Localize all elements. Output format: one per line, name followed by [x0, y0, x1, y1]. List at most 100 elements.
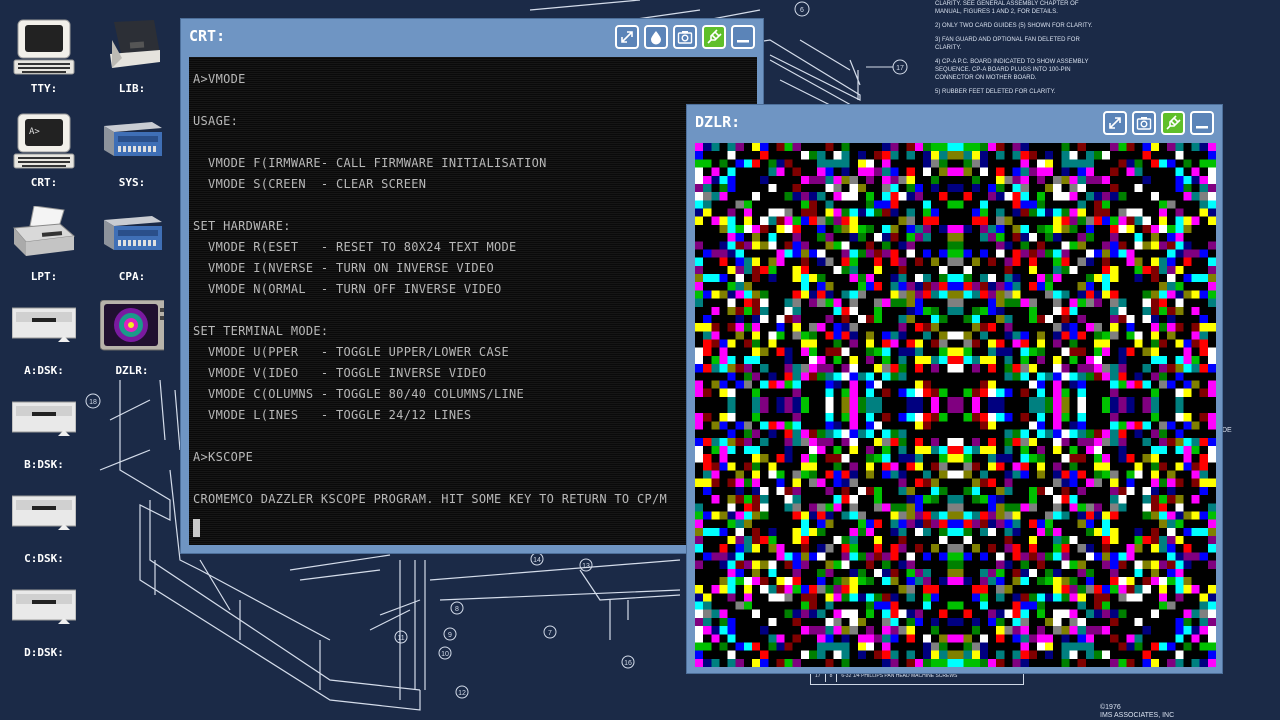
terminal-icon	[13, 19, 75, 75]
printer-icon	[12, 206, 76, 256]
desktop-icon-crt[interactable]: A> CRT:	[4, 112, 84, 202]
dzlr-window-buttons	[1103, 111, 1214, 135]
crt-output: A>VMODE USAGE: VMODE F(IRMWARE- CALL FIR…	[193, 69, 667, 510]
plug-icon	[1166, 115, 1181, 130]
terminal-line: USAGE:	[193, 113, 239, 129]
camera-icon	[677, 31, 693, 44]
callout-9: 9	[448, 632, 452, 639]
disk-drive-icon	[12, 495, 76, 530]
terminal-line: VMODE F(IRMWARE- CALL FIRMWARE INITIALIS…	[193, 155, 547, 171]
crt-screen[interactable]: A>VMODE USAGE: VMODE F(IRMWARE- CALL FIR…	[189, 57, 757, 545]
desktop-icon-label: LPT:	[30, 270, 58, 283]
callout-6: 6	[800, 7, 804, 14]
desktop-icon-d-dsk[interactable]: D:DSK:	[4, 582, 84, 672]
blueprint-side-text: DE	[1222, 427, 1232, 434]
terminal-line: SET HARDWARE:	[193, 218, 291, 234]
blueprint-note: 3) FAN GUARD AND OPTIONAL FAN DELETED FO…	[935, 37, 1080, 51]
connect-button[interactable]	[1161, 111, 1185, 135]
callout-17: 17	[896, 65, 904, 72]
desktop-icon-label: SYS:	[118, 176, 146, 189]
minimize-icon	[737, 40, 749, 43]
desktop-icon-b-dsk[interactable]: B:DSK:	[4, 394, 84, 484]
desktop-icon-label: D:DSK:	[24, 646, 64, 659]
terminal-line: VMODE U(PPER - TOGGLE UPPER/LOWER CASE	[193, 344, 510, 360]
callout-18: 18	[89, 399, 97, 406]
screenshot-button[interactable]	[673, 25, 697, 49]
text-cursor	[193, 519, 200, 537]
desktop-icon-lib[interactable]: LIB:	[92, 18, 172, 108]
terminal-line: SET TERMINAL MODE:	[193, 323, 329, 339]
terminal-line: VMODE N(ORMAL - TURN OFF INVERSE VIDEO	[193, 281, 502, 297]
minimize-button[interactable]	[731, 25, 755, 49]
terminal-line: CROMEMCO DAZZLER KSCOPE PROGRAM. HIT SOM…	[193, 491, 668, 507]
disk-drive-icon	[12, 401, 76, 436]
desktop-icon-tty[interactable]: TTY:	[4, 18, 84, 108]
blueprint-copyright: ©1976 IMS ASSOCIATES, INC	[1100, 704, 1174, 720]
callout-12: 12	[458, 690, 466, 697]
computer-box-icon	[104, 122, 162, 156]
expand-icon	[1109, 117, 1121, 129]
expand-button[interactable]	[615, 25, 639, 49]
desktop-icon-label: A:DSK:	[24, 364, 64, 377]
callout-11: 11	[397, 635, 404, 642]
desktop-icon-c-dsk[interactable]: C:DSK:	[4, 488, 84, 578]
desktop-icon-a-dsk[interactable]: A:DSK:	[4, 300, 84, 390]
crt-terminal-icon: A>	[13, 113, 75, 169]
desktop-icon-label: TTY:	[30, 82, 58, 95]
disk-drive-icon	[12, 307, 76, 342]
desktop-icon-label: LIB:	[118, 82, 146, 95]
terminal-line: VMODE L(INES - TOGGLE 24/12 LINES	[193, 407, 472, 423]
minimize-icon	[1196, 126, 1208, 129]
crt-window-title: CRT:	[189, 27, 226, 45]
desktop-icon-sys[interactable]: SYS:	[92, 112, 172, 202]
desktop-icon-label: CRT:	[30, 176, 58, 189]
callout-7: 7	[548, 630, 552, 637]
crt-window[interactable]: CRT: A>VMODE USAGE: VMODE F(IRMWARE- CAL…	[180, 18, 764, 554]
dzlr-window[interactable]: DZLR:	[686, 104, 1223, 674]
blueprint-note: 2) ONLY TWO CARD GUIDES (5) SHOWN FOR CL…	[935, 23, 1093, 29]
dazzler-display[interactable]	[695, 143, 1216, 667]
blueprint-note: 4) CP-A P.C. BOARD INDICATED TO SHOW ASS…	[935, 59, 1089, 81]
callout-13: 13	[582, 563, 590, 570]
drop-button[interactable]	[644, 25, 668, 49]
terminal-line: VMODE V(IDEO - TOGGLE INVERSE VIDEO	[193, 365, 487, 381]
copyright-year: ©1976	[1100, 704, 1121, 711]
tape-drive-icon	[110, 20, 160, 68]
dzlr-window-title: DZLR:	[695, 113, 741, 131]
desktop-icon-label: CPA:	[118, 270, 146, 283]
terminal-line: A>KSCOPE	[193, 449, 254, 465]
blueprint-note: CLARITY. SEE GENERAL ASSEMBLY CHAPTER OF…	[935, 1, 1079, 15]
callout-10: 10	[441, 651, 449, 658]
blueprint-notes: CLARITY. SEE GENERAL ASSEMBLY CHAPTER OF…	[935, 0, 1095, 102]
callout-16: 16	[624, 660, 632, 667]
expand-button[interactable]	[1103, 111, 1127, 135]
camera-icon	[1136, 117, 1152, 130]
copyright-owner: IMS ASSOCIATES, INC	[1100, 712, 1175, 719]
desktop-icon-label: B:DSK:	[24, 458, 64, 471]
terminal-line: VMODE S(CREEN - CLEAR SCREEN	[193, 176, 427, 192]
dazzler-tv-icon	[100, 300, 164, 351]
connect-button[interactable]	[702, 25, 726, 49]
terminal-line: VMODE I(NVERSE - TURN ON INVERSE VIDEO	[193, 260, 494, 276]
callout-14: 14	[533, 557, 541, 564]
blueprint-note: 5) RUBBER FEET DELETED FOR CLARITY.	[935, 89, 1056, 95]
minimize-button[interactable]	[1190, 111, 1214, 135]
plug-icon	[707, 29, 722, 44]
screenshot-button[interactable]	[1132, 111, 1156, 135]
drop-icon	[651, 31, 661, 45]
computer-box-icon	[104, 216, 162, 250]
desktop-icon-cpa[interactable]: CPA:	[92, 206, 172, 296]
desktop-icon-lpt[interactable]: LPT:	[4, 206, 84, 296]
callout-8: 8	[455, 606, 459, 613]
crt-window-buttons	[615, 25, 755, 49]
expand-icon	[621, 31, 633, 43]
desktop-icon-dzlr[interactable]: DZLR:	[92, 300, 172, 390]
desktop-icon-label: DZLR:	[115, 364, 149, 377]
terminal-line: VMODE C(OLUMNS - TOGGLE 80/40 COLUMNS/LI…	[193, 386, 525, 402]
